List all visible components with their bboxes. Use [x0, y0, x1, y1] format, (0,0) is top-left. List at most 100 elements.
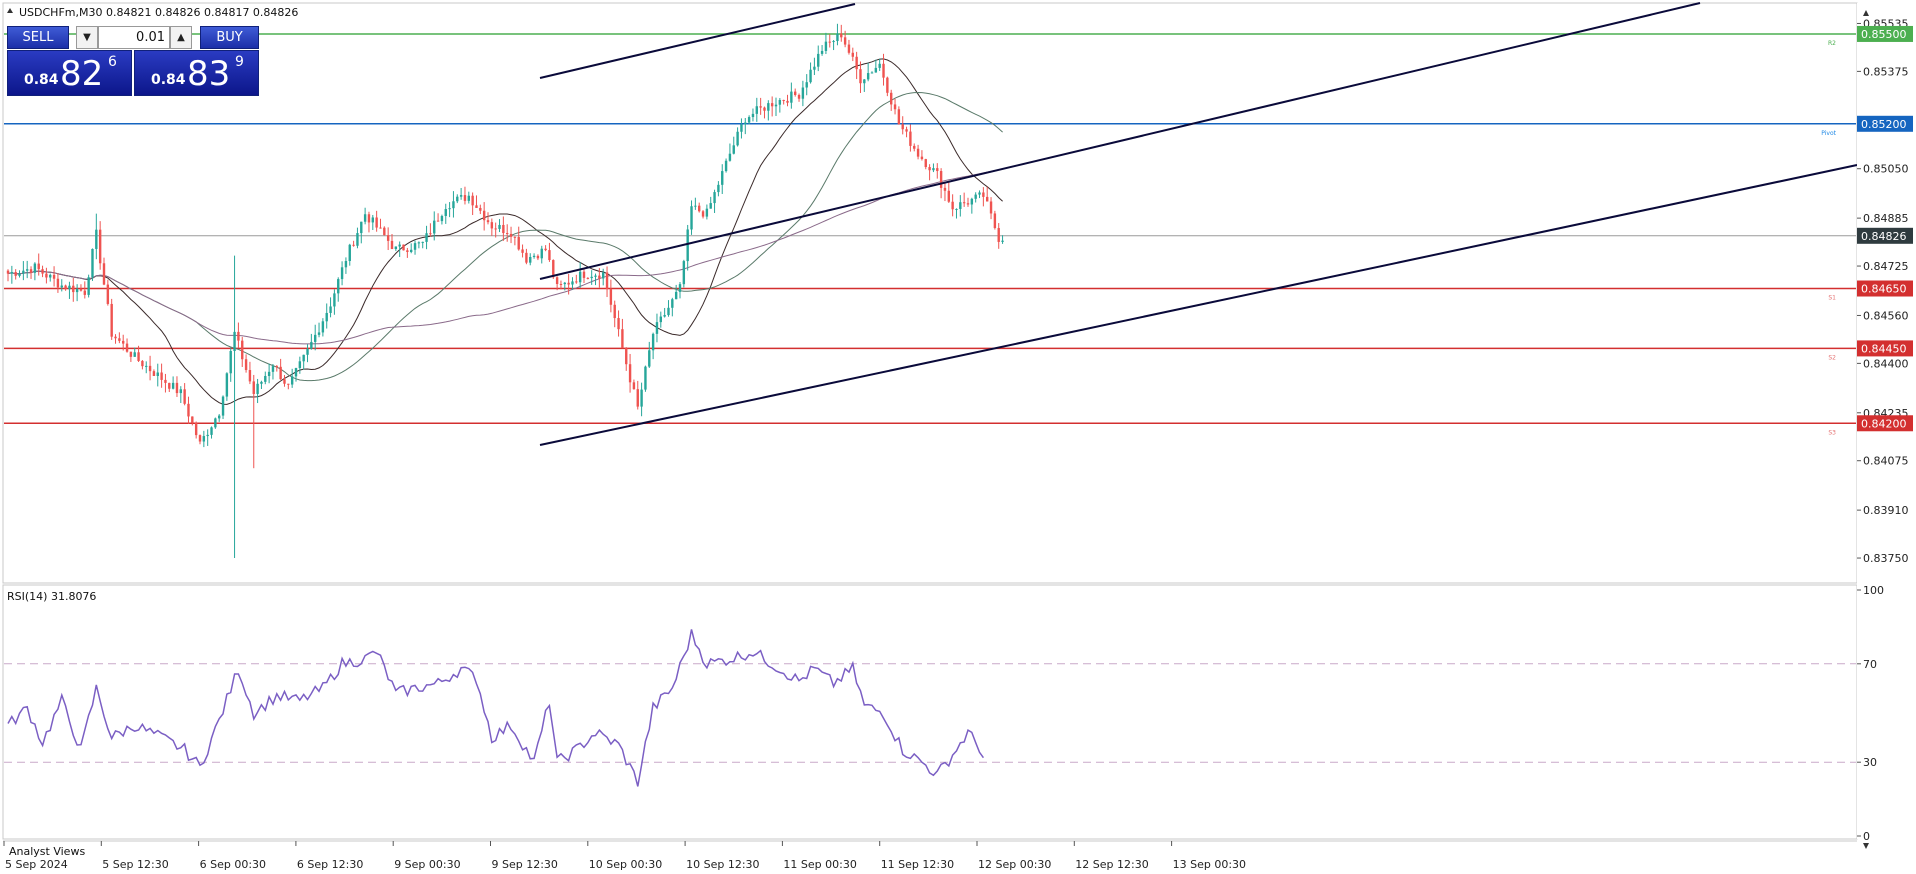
candle-body	[290, 376, 294, 385]
sell-price[interactable]: 0.84 82 6	[7, 50, 132, 96]
candle-body	[694, 205, 697, 207]
sell-button[interactable]: SELL	[7, 26, 69, 49]
candle-body	[801, 87, 805, 99]
candle-body	[847, 44, 851, 53]
candle-body	[95, 229, 98, 249]
candle-body	[913, 145, 916, 149]
candle-body	[690, 206, 693, 230]
candle-body	[843, 37, 847, 45]
candle-body	[621, 329, 624, 349]
buy-price-big: 83	[187, 54, 231, 94]
candle-body	[859, 69, 862, 84]
candle-body	[340, 267, 344, 280]
candle-body	[26, 269, 29, 271]
candle-body	[790, 91, 793, 103]
one-click-trading-panel: SELL ▼ ▲ BUY 0.84 82 6 0.84 83 9	[7, 26, 259, 96]
candle-body	[674, 291, 678, 300]
candle-body	[836, 33, 839, 42]
candle-body	[363, 214, 367, 222]
current-price-tag-text: 0.84826	[1861, 230, 1907, 243]
candle-body	[37, 263, 40, 270]
candle-body	[671, 299, 674, 308]
candle-body	[102, 263, 106, 285]
candle-body	[928, 167, 931, 171]
candle-body	[890, 92, 893, 105]
candle-body	[482, 210, 486, 221]
candle-body	[221, 396, 225, 416]
candle-body	[10, 272, 14, 274]
candle-body	[463, 195, 467, 201]
candle-body	[459, 195, 463, 197]
price-pane	[2, 2, 1858, 584]
candle-body	[337, 279, 340, 294]
candle-body	[371, 217, 374, 223]
candle-body	[133, 352, 136, 357]
time-axis-label: 13 Sep 00:30	[1173, 858, 1246, 871]
candle-body	[544, 248, 547, 251]
candle-body	[559, 283, 563, 285]
candle-body	[421, 241, 424, 243]
candle-body	[110, 303, 113, 337]
candle-body	[160, 372, 163, 380]
candle-body	[721, 171, 724, 185]
rsi-axis-label: 100	[1863, 584, 1884, 597]
lot-size-input[interactable]	[98, 26, 170, 49]
buy-price[interactable]: 0.84 83 9	[134, 50, 259, 96]
candle-body	[648, 350, 651, 367]
candle-body	[467, 195, 470, 201]
candle-body	[490, 222, 494, 229]
lot-increase-button[interactable]: ▲	[170, 26, 192, 49]
candle-body	[598, 275, 601, 279]
candle-body	[651, 333, 655, 351]
time-axis-label: 11 Sep 00:30	[783, 858, 856, 871]
buy-price-pip: 9	[235, 54, 244, 70]
candle-body	[252, 381, 255, 394]
buy-button[interactable]: BUY	[200, 26, 259, 49]
level-price-tag-text: 0.84450	[1861, 342, 1907, 355]
candle-body	[436, 220, 440, 222]
candle-body	[893, 104, 897, 110]
candle-body	[986, 196, 989, 202]
price-axis-label: 0.84400	[1863, 357, 1909, 370]
candle-body	[582, 271, 586, 278]
candle-body	[755, 106, 758, 114]
candle-body	[294, 368, 298, 377]
candle-body	[548, 250, 551, 261]
candle-body	[517, 237, 520, 250]
candle-body	[989, 201, 993, 214]
candle-body	[609, 289, 613, 305]
candle-body	[329, 306, 332, 313]
level-price-tag-text: 0.85500	[1861, 28, 1907, 41]
candle-body	[924, 159, 927, 168]
candle-body	[264, 375, 267, 382]
price-axis-label: 0.84885	[1863, 212, 1909, 225]
candle-body	[809, 69, 812, 83]
candle-body	[198, 435, 202, 442]
candle-body	[805, 82, 808, 88]
scroll-down-icon[interactable]	[1863, 843, 1869, 849]
time-axis-label: 9 Sep 00:30	[394, 858, 460, 871]
candle-body	[498, 224, 501, 229]
rsi-axis-label: 30	[1863, 756, 1877, 769]
candle-body	[586, 277, 590, 279]
candle-body	[916, 148, 920, 157]
candle-body	[314, 334, 317, 342]
lot-decrease-button[interactable]: ▼	[76, 26, 98, 49]
candle-body	[68, 285, 71, 290]
candle-body	[72, 285, 75, 293]
level-tag-s1: S1	[1828, 295, 1836, 302]
candle-body	[794, 91, 797, 95]
analyst-views-label[interactable]: Analyst Views	[9, 845, 85, 858]
candle-body	[532, 255, 536, 257]
candle-body	[782, 99, 785, 101]
candle-body	[83, 290, 86, 295]
candle-body	[356, 233, 359, 246]
candle-body	[237, 331, 240, 341]
candle-body	[563, 282, 566, 285]
trading-chart[interactable]: R2PivotS1S2S3 0.855350.853750.850500.848…	[0, 0, 1916, 874]
candle-body	[632, 382, 636, 390]
candle-body	[509, 233, 513, 237]
candle-body	[851, 52, 854, 57]
candle-body	[360, 221, 363, 234]
time-axis-label: 6 Sep 12:30	[297, 858, 363, 871]
